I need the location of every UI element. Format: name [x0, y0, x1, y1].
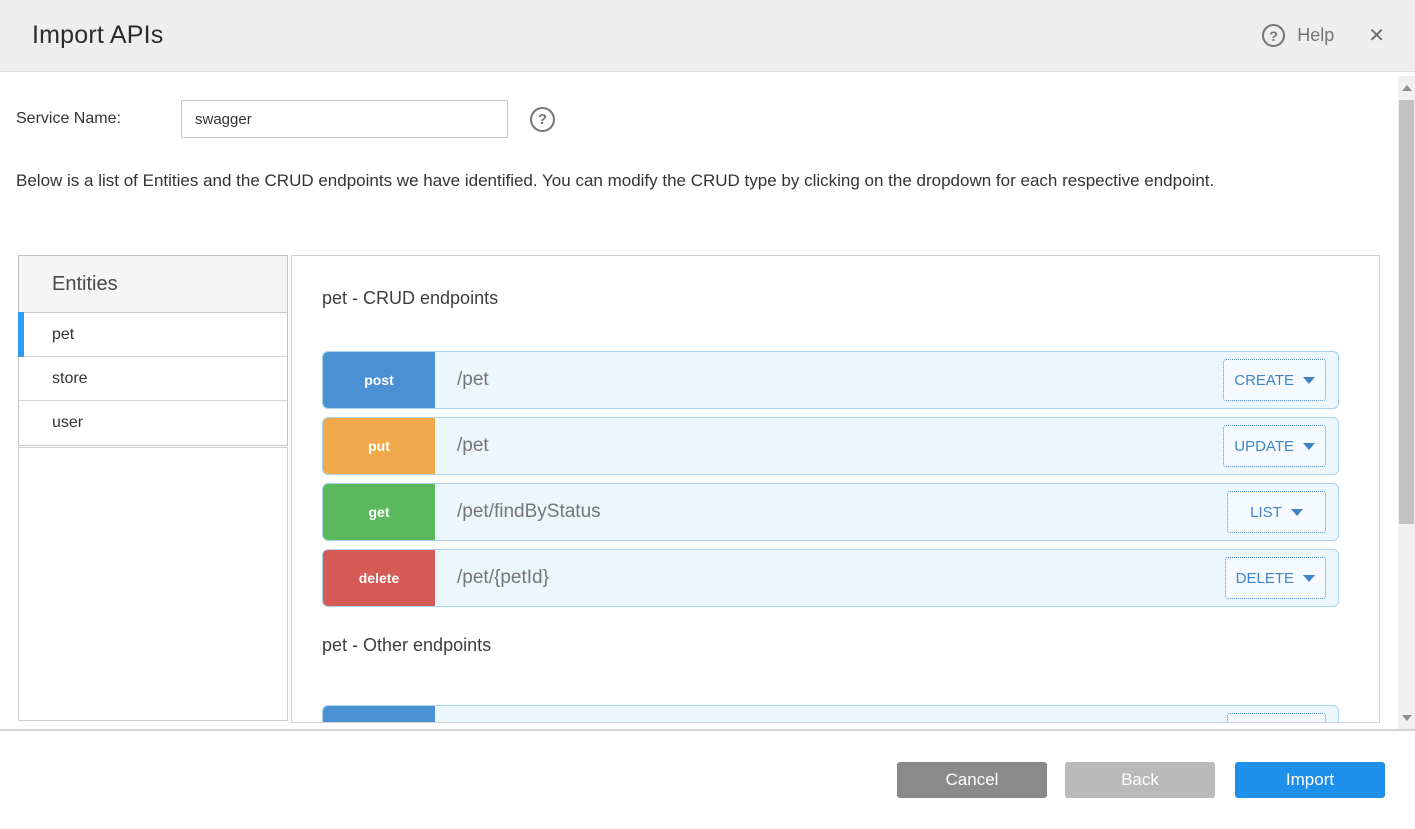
scroll-down-arrow[interactable] [1398, 709, 1415, 726]
entity-label: pet [52, 326, 74, 344]
help-icon[interactable]: ? [1262, 24, 1285, 47]
service-name-help-icon[interactable]: ? [530, 107, 555, 132]
method-badge: put [323, 418, 435, 474]
service-name-row: Service Name: ? [16, 100, 555, 138]
caret-down-icon [1303, 575, 1315, 582]
endpoint-row: delete /pet/{petId} DELETE [322, 549, 1339, 607]
crud-type-dropdown[interactable]: LIST [1227, 491, 1326, 533]
endpoint-row: post /pet CREATE [322, 351, 1339, 409]
dialog-body: Service Name: ? Below is a list of Entit… [0, 73, 1415, 729]
crud-type-dropdown[interactable]: UPDATE [1223, 425, 1326, 467]
section-title-other: pet - Other endpoints [322, 635, 1379, 656]
endpoint-path: /pet/findByStatus [457, 484, 1227, 540]
entity-label: user [52, 414, 83, 432]
crud-type-dropdown[interactable] [1227, 713, 1326, 723]
endpoint-path: /pet/{petId} [457, 550, 1225, 606]
description-text: Below is a list of Entities and the CRUD… [16, 169, 1321, 192]
crud-type-label: LIST [1250, 504, 1282, 521]
scrollbar-thumb[interactable] [1399, 100, 1414, 524]
section-title-crud: pet - CRUD endpoints [322, 288, 1379, 309]
entities-empty-area [18, 447, 288, 721]
service-name-label: Service Name: [16, 110, 181, 128]
vertical-scrollbar[interactable] [1398, 76, 1415, 729]
endpoint-path: /pet [457, 418, 1223, 474]
dialog-header: Import APIs ? Help ✕ [0, 0, 1415, 72]
crud-type-dropdown[interactable]: CREATE [1223, 359, 1326, 401]
endpoint-path [457, 706, 1227, 723]
entity-label: store [52, 370, 88, 388]
close-icon[interactable]: ✕ [1368, 26, 1385, 46]
endpoint-path: /pet [457, 352, 1223, 408]
back-button[interactable]: Back [1065, 762, 1215, 798]
endpoint-row-clipped: post [322, 705, 1339, 723]
import-apis-dialog: Import APIs ? Help ✕ Service Name: ? Bel… [0, 0, 1415, 829]
dialog-title: Import APIs [32, 21, 163, 50]
method-badge: get [323, 484, 435, 540]
scroll-up-arrow[interactable] [1398, 79, 1415, 96]
cancel-button[interactable]: Cancel [897, 762, 1047, 798]
entities-panel: Entities pet store user [18, 255, 288, 446]
caret-down-icon [1303, 443, 1315, 450]
dialog-footer: Cancel Back Import [0, 731, 1415, 829]
selected-indicator-bar [18, 312, 24, 357]
crud-type-dropdown[interactable]: DELETE [1225, 557, 1326, 599]
endpoint-row: get /pet/findByStatus LIST [322, 483, 1339, 541]
endpoint-row: put /pet UPDATE [322, 417, 1339, 475]
endpoints-panel: pet - CRUD endpoints post /pet CREATE pu… [291, 255, 1380, 723]
help-button[interactable]: Help [1297, 25, 1334, 46]
caret-down-icon [1291, 509, 1303, 516]
method-badge: post [323, 706, 435, 723]
crud-type-label: CREATE [1234, 372, 1294, 389]
entity-item-user[interactable]: user [19, 401, 287, 445]
entities-header: Entities [19, 256, 287, 313]
triangle-up-icon [1402, 85, 1412, 91]
method-badge: delete [323, 550, 435, 606]
entity-item-pet[interactable]: pet [19, 313, 287, 357]
header-actions: ? Help ✕ [1262, 24, 1385, 47]
service-name-input[interactable] [181, 100, 508, 138]
panels: Entities pet store user pet - CRUD endpo… [18, 255, 1397, 723]
caret-down-icon [1303, 377, 1315, 384]
import-button[interactable]: Import [1235, 762, 1385, 798]
crud-type-label: UPDATE [1234, 438, 1294, 455]
method-badge: post [323, 352, 435, 408]
entity-item-store[interactable]: store [19, 357, 287, 401]
triangle-down-icon [1402, 715, 1412, 721]
crud-type-label: DELETE [1236, 570, 1294, 587]
